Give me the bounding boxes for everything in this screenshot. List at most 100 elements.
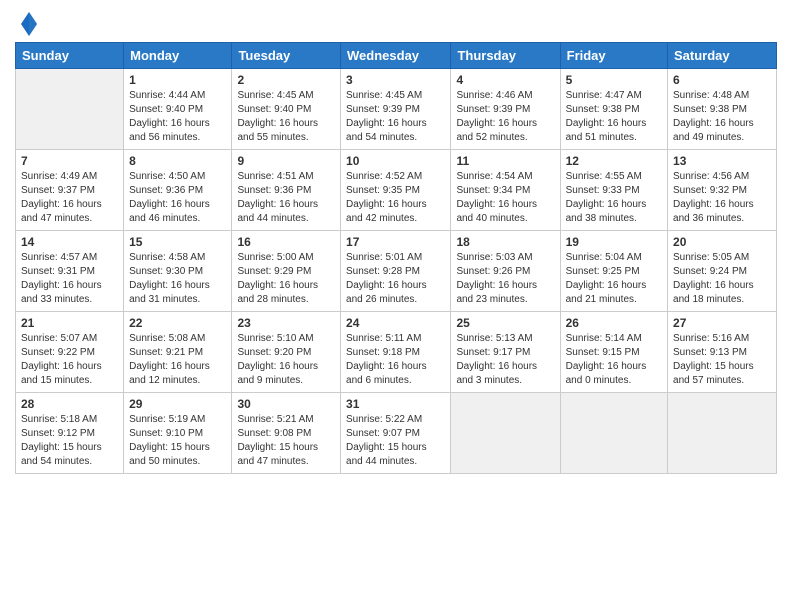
calendar-cell: 12 Sunrise: 4:55 AM Sunset: 9:33 PM Dayli… [560, 150, 667, 231]
calendar-header-row: SundayMondayTuesdayWednesdayThursdayFrid… [16, 43, 777, 69]
day-info: Sunrise: 4:55 AM Sunset: 9:33 PM Dayligh… [566, 170, 662, 226]
calendar-cell [560, 393, 667, 474]
calendar-cell: 5 Sunrise: 4:47 AM Sunset: 9:38 PM Daylig… [560, 69, 667, 150]
calendar-cell: 9 Sunrise: 4:51 AM Sunset: 9:36 PM Daylig… [232, 150, 341, 231]
day-number: 27 [673, 316, 771, 330]
day-info: Sunrise: 4:48 AM Sunset: 9:38 PM Dayligh… [673, 89, 771, 145]
calendar-cell: 3 Sunrise: 4:45 AM Sunset: 9:39 PM Daylig… [341, 69, 451, 150]
calendar-cell: 20 Sunrise: 5:05 AM Sunset: 9:24 PM Dayli… [668, 231, 777, 312]
weekday-header-thursday: Thursday [451, 43, 560, 69]
calendar-cell: 11Sunrise: 4:54 AM Sunset: 9:34 PM Dayli… [451, 150, 560, 231]
calendar-cell: 1Sunrise: 4:44 AM Sunset: 9:40 PM Daylig… [124, 69, 232, 150]
calendar-cell [16, 69, 124, 150]
day-number: 12 [566, 154, 662, 168]
day-number: 8 [129, 154, 226, 168]
weekday-header-sunday: Sunday [16, 43, 124, 69]
day-number: 4 [456, 73, 554, 87]
day-info: Sunrise: 5:10 AM Sunset: 9:20 PM Dayligh… [237, 332, 335, 388]
day-info: Sunrise: 4:57 AM Sunset: 9:31 PM Dayligh… [21, 251, 118, 307]
day-number: 24 [346, 316, 445, 330]
day-number: 28 [21, 397, 118, 411]
calendar-cell: 23 Sunrise: 5:10 AM Sunset: 9:20 PM Dayli… [232, 312, 341, 393]
calendar-cell: 25 Sunrise: 5:13 AM Sunset: 9:17 PM Dayli… [451, 312, 560, 393]
day-number: 10 [346, 154, 445, 168]
day-info: Sunrise: 4:54 AM Sunset: 9:34 PM Dayligh… [456, 170, 554, 226]
day-info: Sunrise: 4:46 AM Sunset: 9:39 PM Dayligh… [456, 89, 554, 145]
calendar-table: SundayMondayTuesdayWednesdayThursdayFrid… [15, 42, 777, 474]
calendar-week-row-4: 21 Sunrise: 5:07 AM Sunset: 9:22 PM Dayli… [16, 312, 777, 393]
weekday-header-friday: Friday [560, 43, 667, 69]
day-info: Sunrise: 5:05 AM Sunset: 9:24 PM Dayligh… [673, 251, 771, 307]
calendar-cell: 27 Sunrise: 5:16 AM Sunset: 9:13 PM Dayli… [668, 312, 777, 393]
calendar-week-row-1: 1Sunrise: 4:44 AM Sunset: 9:40 PM Daylig… [16, 69, 777, 150]
calendar-cell: 8 Sunrise: 4:50 AM Sunset: 9:36 PM Daylig… [124, 150, 232, 231]
calendar-cell: 21 Sunrise: 5:07 AM Sunset: 9:22 PM Dayli… [16, 312, 124, 393]
weekday-header-monday: Monday [124, 43, 232, 69]
calendar-cell: 17Sunrise: 5:01 AM Sunset: 9:28 PM Dayli… [341, 231, 451, 312]
day-info: Sunrise: 4:45 AM Sunset: 9:40 PM Dayligh… [237, 89, 335, 145]
page-header [15, 10, 777, 38]
day-info: Sunrise: 4:50 AM Sunset: 9:36 PM Dayligh… [129, 170, 226, 226]
day-number: 29 [129, 397, 226, 411]
calendar-cell: 4 Sunrise: 4:46 AM Sunset: 9:39 PM Daylig… [451, 69, 560, 150]
day-number: 3 [346, 73, 445, 87]
day-info: Sunrise: 4:56 AM Sunset: 9:32 PM Dayligh… [673, 170, 771, 226]
day-info: Sunrise: 5:01 AM Sunset: 9:28 PM Dayligh… [346, 251, 445, 307]
day-info: Sunrise: 4:47 AM Sunset: 9:38 PM Dayligh… [566, 89, 662, 145]
calendar-cell: 16Sunrise: 5:00 AM Sunset: 9:29 PM Dayli… [232, 231, 341, 312]
day-number: 7 [21, 154, 118, 168]
calendar-cell: 15 Sunrise: 4:58 AM Sunset: 9:30 PM Dayli… [124, 231, 232, 312]
day-number: 19 [566, 235, 662, 249]
day-info: Sunrise: 5:03 AM Sunset: 9:26 PM Dayligh… [456, 251, 554, 307]
day-info: Sunrise: 5:16 AM Sunset: 9:13 PM Dayligh… [673, 332, 771, 388]
logo-icon [19, 10, 39, 38]
day-info: Sunrise: 5:21 AM Sunset: 9:08 PM Dayligh… [237, 413, 335, 469]
calendar-week-row-5: 28 Sunrise: 5:18 AM Sunset: 9:12 PM Dayli… [16, 393, 777, 474]
calendar-cell: 13 Sunrise: 4:56 AM Sunset: 9:32 PM Dayli… [668, 150, 777, 231]
day-number: 16 [237, 235, 335, 249]
day-number: 26 [566, 316, 662, 330]
day-number: 9 [237, 154, 335, 168]
day-info: Sunrise: 4:58 AM Sunset: 9:30 PM Dayligh… [129, 251, 226, 307]
logo [15, 10, 39, 38]
weekday-header-wednesday: Wednesday [341, 43, 451, 69]
weekday-header-tuesday: Tuesday [232, 43, 341, 69]
calendar-cell: 30 Sunrise: 5:21 AM Sunset: 9:08 PM Dayli… [232, 393, 341, 474]
day-info: Sunrise: 5:19 AM Sunset: 9:10 PM Dayligh… [129, 413, 226, 469]
day-info: Sunrise: 4:51 AM Sunset: 9:36 PM Dayligh… [237, 170, 335, 226]
calendar-week-row-3: 14Sunrise: 4:57 AM Sunset: 9:31 PM Dayli… [16, 231, 777, 312]
calendar-cell [668, 393, 777, 474]
calendar-cell: 31 Sunrise: 5:22 AM Sunset: 9:07 PM Dayli… [341, 393, 451, 474]
calendar-cell: 24 Sunrise: 5:11 AM Sunset: 9:18 PM Dayli… [341, 312, 451, 393]
day-number: 21 [21, 316, 118, 330]
day-number: 13 [673, 154, 771, 168]
day-number: 20 [673, 235, 771, 249]
day-number: 1 [129, 73, 226, 87]
calendar-week-row-2: 7Sunrise: 4:49 AM Sunset: 9:37 PM Daylig… [16, 150, 777, 231]
day-info: Sunrise: 5:08 AM Sunset: 9:21 PM Dayligh… [129, 332, 226, 388]
day-number: 30 [237, 397, 335, 411]
day-info: Sunrise: 5:07 AM Sunset: 9:22 PM Dayligh… [21, 332, 118, 388]
weekday-header-saturday: Saturday [668, 43, 777, 69]
calendar-cell [451, 393, 560, 474]
calendar-cell: 22 Sunrise: 5:08 AM Sunset: 9:21 PM Dayli… [124, 312, 232, 393]
day-number: 22 [129, 316, 226, 330]
calendar-cell: 19Sunrise: 5:04 AM Sunset: 9:25 PM Dayli… [560, 231, 667, 312]
day-info: Sunrise: 5:18 AM Sunset: 9:12 PM Dayligh… [21, 413, 118, 469]
day-number: 5 [566, 73, 662, 87]
day-info: Sunrise: 5:13 AM Sunset: 9:17 PM Dayligh… [456, 332, 554, 388]
calendar-cell: 7Sunrise: 4:49 AM Sunset: 9:37 PM Daylig… [16, 150, 124, 231]
day-info: Sunrise: 5:22 AM Sunset: 9:07 PM Dayligh… [346, 413, 445, 469]
day-number: 23 [237, 316, 335, 330]
day-info: Sunrise: 4:45 AM Sunset: 9:39 PM Dayligh… [346, 89, 445, 145]
calendar-cell: 28 Sunrise: 5:18 AM Sunset: 9:12 PM Dayli… [16, 393, 124, 474]
calendar-cell: 6 Sunrise: 4:48 AM Sunset: 9:38 PM Daylig… [668, 69, 777, 150]
day-number: 31 [346, 397, 445, 411]
day-number: 15 [129, 235, 226, 249]
day-number: 25 [456, 316, 554, 330]
day-info: Sunrise: 4:52 AM Sunset: 9:35 PM Dayligh… [346, 170, 445, 226]
day-number: 6 [673, 73, 771, 87]
calendar-cell: 2Sunrise: 4:45 AM Sunset: 9:40 PM Daylig… [232, 69, 341, 150]
day-info: Sunrise: 5:11 AM Sunset: 9:18 PM Dayligh… [346, 332, 445, 388]
calendar-cell: 14Sunrise: 4:57 AM Sunset: 9:31 PM Dayli… [16, 231, 124, 312]
